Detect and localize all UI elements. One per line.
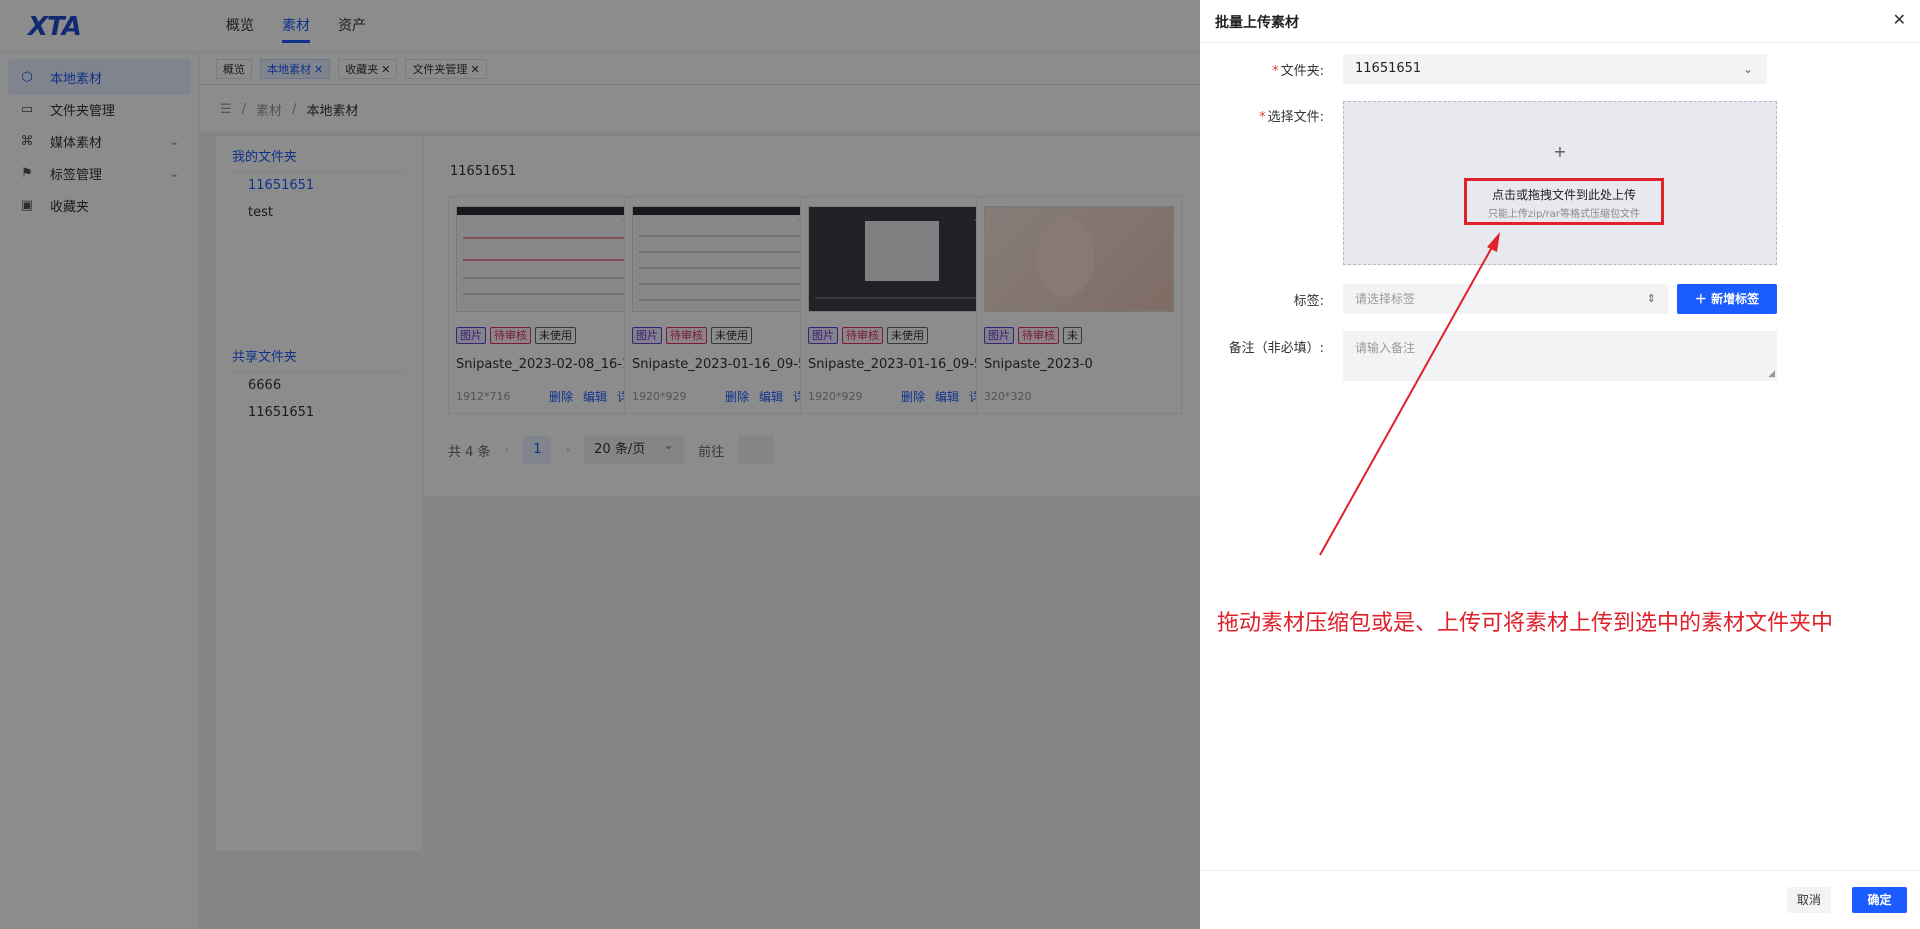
tag-label: 标签: <box>1293 294 1324 309</box>
folder-select[interactable]: 11651651 ⌄ <box>1343 54 1767 84</box>
annotation-text: 拖动素材压缩包或是、上传可将素材上传到选中的素材文件夹中 <box>1217 611 1834 636</box>
batch-upload-drawer: 批量上传素材 ✕ * 文件夹: 11651651 ⌄ * 选择文件: + 点击或拖拽… <box>1200 0 1920 929</box>
close-icon[interactable]: ✕ <box>1893 10 1906 29</box>
upload-hint-text: 点击或拖拽文件到此处上传 <box>1491 188 1636 202</box>
file-label: * 选择文件: <box>1259 110 1324 125</box>
upload-hint-highlight: 点击或拖拽文件到此处上传 只能上传zip/rar等格式压缩包文件 <box>1464 178 1664 225</box>
folder-label: * 文件夹: <box>1272 64 1324 79</box>
tag-select[interactable]: 请选择标签 ⇕ <box>1343 284 1668 314</box>
plus-icon: ＋ <box>1694 292 1707 306</box>
chevron-down-icon: ⌄ <box>1742 62 1753 76</box>
file-upload-dropzone[interactable]: + 点击或拖拽文件到此处上传 只能上传zip/rar等格式压缩包文件 <box>1343 101 1777 265</box>
upload-format-hint: 只能上传zip/rar等格式压缩包文件 <box>1487 209 1641 220</box>
new-tag-button[interactable]: ＋ 新增标签 <box>1677 284 1777 314</box>
note-textarea[interactable]: 请输入备注 ◢ <box>1343 331 1777 381</box>
drawer-title: 批量上传素材 <box>1215 15 1299 31</box>
note-label: 备注（非必填）: <box>1228 341 1324 356</box>
sort-caret-icon: ⇕ <box>1646 292 1656 305</box>
confirm-button[interactable]: 确定 <box>1852 887 1907 913</box>
cancel-button[interactable]: 取消 <box>1787 887 1831 913</box>
plus-icon: + <box>1553 142 1567 161</box>
resize-handle-icon[interactable]: ◢ <box>1768 369 1775 379</box>
modal-mask[interactable] <box>0 0 1200 929</box>
